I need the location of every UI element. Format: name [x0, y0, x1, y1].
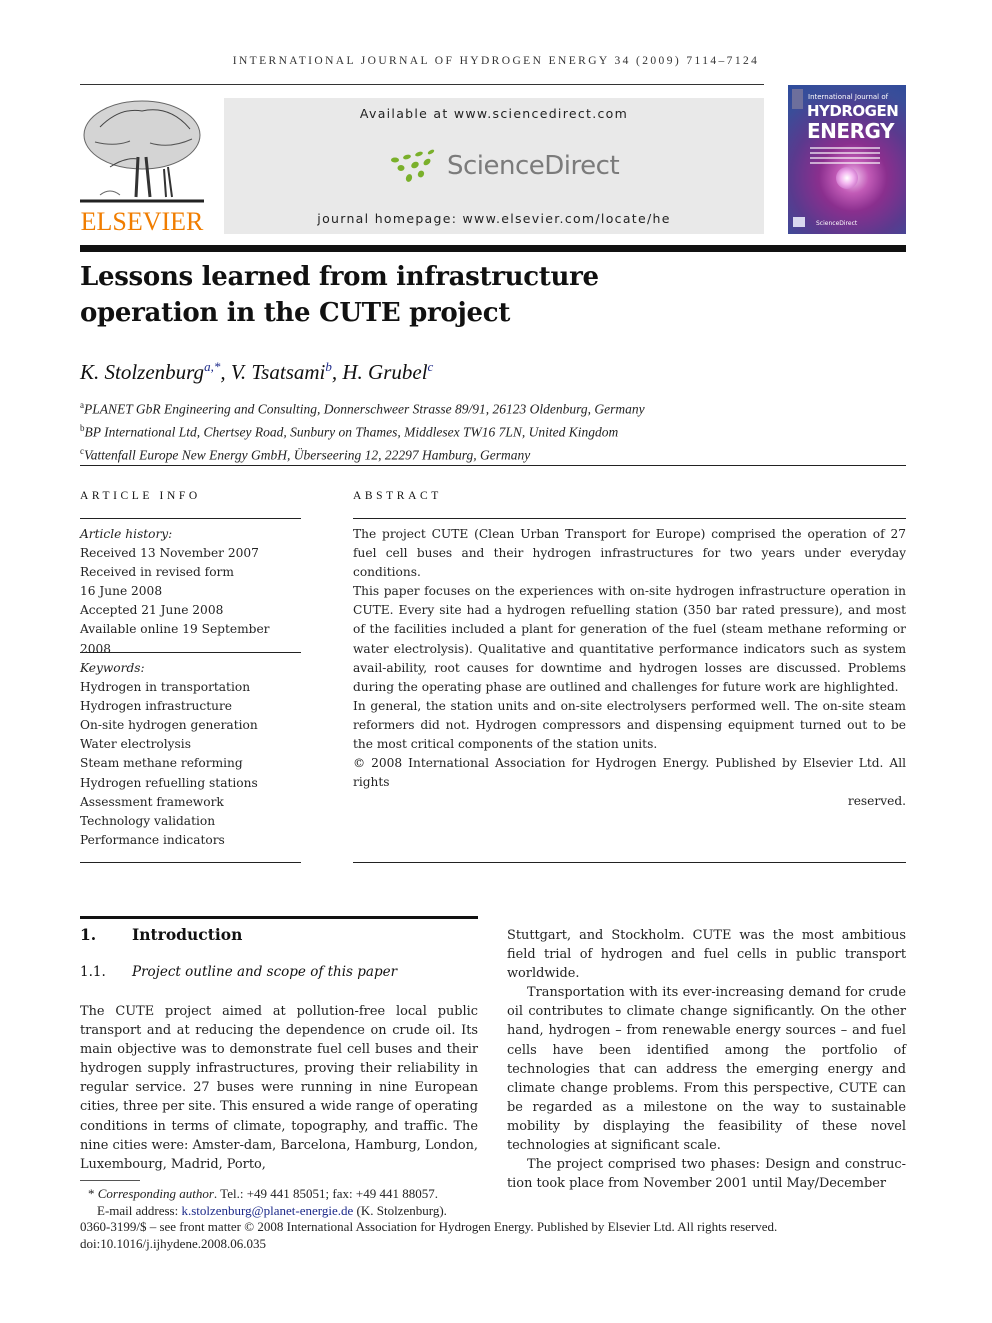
footnotes: * Corresponding author. Tel.: +49 441 85…: [80, 1186, 777, 1252]
elsevier-tree-icon: [80, 100, 204, 203]
article-history: Article history: Received 13 November 20…: [80, 525, 301, 659]
history-item: Received 13 November 2007: [80, 546, 259, 561]
cover-title-line1: International Journal of: [808, 93, 889, 101]
journal-homepage-link[interactable]: journal homepage: www.elsevier.com/locat…: [224, 211, 764, 226]
section-heading-rule: [80, 916, 478, 919]
available-at-link[interactable]: Available at www.sciencedirect.com: [224, 106, 764, 121]
body-paragraph: Stuttgart, and Stockholm. CUTE was the m…: [507, 928, 906, 982]
author-name: K. Stolzenburg: [80, 360, 205, 384]
author-name: H. Grubel: [342, 360, 428, 384]
body-right-column: Stuttgart, and Stockholm. CUTE was the m…: [507, 926, 906, 1193]
title-line-1: Lessons learned from infrastructure: [80, 262, 599, 292]
cover-title-line3: ENERGY: [807, 119, 894, 143]
subsection-number: 1.1.: [80, 964, 106, 980]
abstract-copyright-end: reserved.: [847, 794, 906, 809]
abstract-paragraph: The project CUTE (Clean Urban Transport …: [353, 527, 906, 580]
keyword-item: On-site hydrogen generation: [80, 718, 258, 733]
author-affiliation-link[interactable]: a,*: [204, 359, 220, 374]
affiliation-item: aPLANET GbR Engineering and Consulting, …: [80, 400, 645, 417]
email-note: E-mail address: k.stolzenburg@planet-ene…: [97, 1202, 447, 1218]
abstract-bottom-rule: [353, 862, 906, 863]
keyword-item: Performance indicators: [80, 832, 225, 847]
abstract-rule: [353, 518, 906, 519]
abstract-heading: ABSTRACT: [353, 490, 442, 502]
body-paragraph: Transportation with its ever-increasing …: [507, 985, 906, 1154]
keywords-rule: [80, 862, 301, 863]
front-matter-note: 0360-3199/$ – see front matter © 2008 In…: [80, 1219, 778, 1234]
keyword-item: Steam methane reforming: [80, 756, 243, 771]
sciencedirect-dots-icon: [391, 149, 435, 182]
elsevier-logo[interactable]: ELSEVIER: [80, 97, 204, 237]
abstract-text: The project CUTE (Clean Urban Transport …: [353, 525, 906, 811]
running-head: International Journal of Hydrogen Energy…: [232, 55, 760, 67]
section-number: 1.: [80, 925, 97, 944]
history-item: Received in revised form: [80, 565, 234, 580]
history-item: Accepted 21 June 2008: [80, 603, 224, 618]
abstract-paragraph: In general, the station units and on-sit…: [353, 698, 906, 752]
keywords-label: Keywords:: [80, 661, 145, 675]
affiliation-list: aPLANET GbR Engineering and Consulting, …: [80, 396, 645, 465]
keyword-item: Hydrogen refuelling stations: [80, 775, 258, 790]
masthead-thick-rule: [80, 245, 906, 252]
body-paragraph: The CUTE project aimed at pollution-free…: [80, 1004, 478, 1172]
cover-logo-icon: [792, 89, 803, 109]
elsevier-wordmark: ELSEVIER: [80, 207, 204, 236]
article-history-label: Article history:: [80, 527, 173, 541]
keyword-item: Hydrogen in transportation: [80, 680, 251, 695]
cover-title-line2: HYDROGEN: [807, 102, 899, 120]
email-link[interactable]: k.stolzenburg@planet-energie.de: [181, 1203, 353, 1218]
cover-footer-text: ScienceDirect: [816, 220, 858, 227]
title-line-2: operation in the CUTE project: [80, 298, 511, 328]
sciencedirect-wordmark: ScienceDirect: [447, 151, 620, 181]
sciencedirect-logo[interactable]: ScienceDirect: [389, 146, 620, 186]
doi-link[interactable]: doi:10.1016/j.ijhydene.2008.06.035: [80, 1236, 777, 1253]
history-rule: [80, 652, 301, 653]
body-left-column: The CUTE project aimed at pollution-free…: [80, 1002, 478, 1174]
cover-orb-graphic: [836, 167, 858, 189]
abstract-copyright: © 2008 International Association for Hyd…: [353, 756, 906, 790]
abstract-paragraph: This paper focuses on the experiences wi…: [353, 584, 906, 694]
keyword-item: Technology validation: [80, 813, 216, 828]
author-affiliation-link[interactable]: b: [325, 359, 332, 374]
section-1-heading: 1. Introduction: [80, 925, 242, 944]
header-rule: [80, 84, 764, 85]
keyword-item: Water electrolysis: [80, 737, 191, 752]
history-item: 16 June 2008: [80, 584, 163, 599]
cover-publisher-icon: [793, 217, 805, 227]
subsection-1-1-heading: 1.1. Project outline and scope of this pa…: [80, 964, 397, 980]
keywords-list: Keywords: Hydrogen in transportation Hyd…: [80, 659, 301, 850]
corresponding-author-label: Corresponding author: [97, 1186, 214, 1201]
author-affiliation-link[interactable]: c: [428, 359, 434, 374]
section-title: Introduction: [132, 925, 243, 944]
article-info-heading: ARTICLE INFO: [80, 490, 201, 502]
article-title: Lessons learned from infrastructure oper…: [80, 259, 680, 331]
cover-editors-text: [810, 147, 880, 167]
affiliation-item: bBP International Ltd, Chertsey Road, Su…: [80, 423, 619, 440]
article-info-rule: [80, 518, 301, 519]
keyword-item: Assessment framework: [80, 794, 224, 809]
subsection-title: Project outline and scope of this paper: [132, 964, 398, 980]
sciencedirect-banner: Available at www.sciencedirect.com Scien…: [224, 98, 764, 234]
footnote-rule: [80, 1180, 140, 1181]
author-name: V. Tsatsami: [230, 360, 326, 384]
keyword-item: Hydrogen infrastructure: [80, 699, 233, 714]
affiliation-rule: [80, 465, 906, 466]
author-list: K. Stolzenburga,*, V. Tsatsamib, H. Grub…: [80, 359, 434, 384]
affiliation-item: cVattenfall Europe New Energy GmbH, Über…: [80, 446, 531, 463]
journal-cover-image[interactable]: International Journal of HYDROGEN ENERGY…: [788, 85, 906, 234]
corresponding-author-note: * Corresponding author. Tel.: +49 441 85…: [88, 1186, 438, 1201]
